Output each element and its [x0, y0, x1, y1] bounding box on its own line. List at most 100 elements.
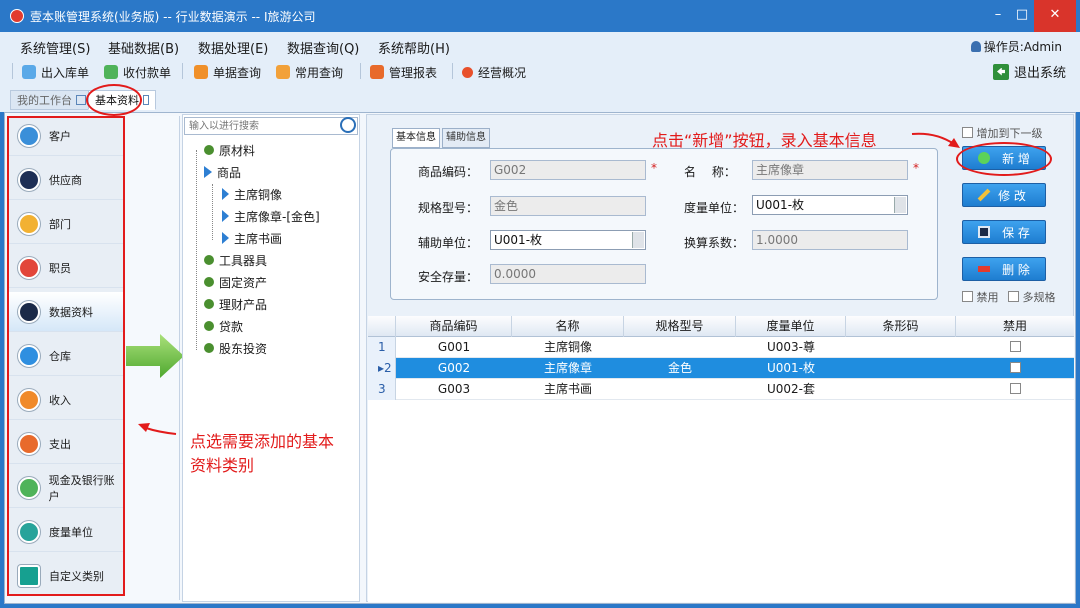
- name-field[interactable]: 主席像章: [752, 160, 908, 180]
- tab-close-icon[interactable]: [143, 95, 149, 105]
- cell-name: 主席像章: [543, 361, 592, 375]
- add-to-next-level-option[interactable]: 增加到下一级: [962, 125, 1043, 141]
- aux-unit-label: 辅助单位：: [418, 236, 479, 250]
- tree-connector: [212, 184, 213, 240]
- exit-system-button[interactable]: 退出系统: [992, 62, 1066, 81]
- menu-help[interactable]: 系统帮助(H): [378, 38, 450, 57]
- tree-node-loans[interactable]: 贷款: [204, 316, 243, 336]
- cell-code: G001: [437, 340, 471, 354]
- checkbox[interactable]: [962, 127, 973, 138]
- table-row[interactable]: 1 G001 主席铜像 U003-尊: [368, 337, 1074, 358]
- grid-header-name[interactable]: 名称: [512, 316, 624, 337]
- cell-disabled[interactable]: [956, 337, 1074, 358]
- unit-label: 度量单位：: [684, 201, 745, 215]
- tab-strip: 我的工作台 基本资料: [0, 84, 1080, 112]
- chevron-down-icon[interactable]: [632, 232, 644, 248]
- checkbox[interactable]: [1009, 362, 1021, 373]
- search-icon[interactable]: [340, 117, 356, 133]
- node-icon: [204, 277, 214, 287]
- close-button[interactable]: ✕: [1034, 0, 1076, 32]
- spec-field[interactable]: 金色: [490, 196, 646, 216]
- checkbox[interactable]: [962, 291, 973, 302]
- minus-icon: [978, 266, 991, 272]
- menu-data-query[interactable]: 数据查询(Q): [287, 38, 359, 57]
- tab-my-workbench[interactable]: 我的工作台: [10, 90, 93, 110]
- grid-header-unit[interactable]: 度量单位: [736, 316, 846, 337]
- tree-node-raw-material[interactable]: 原材料: [204, 140, 255, 160]
- toolbar: 出入库单 收付款单 单据查询 常用查询 管理报表 经营概况 退出系统: [0, 58, 1080, 84]
- bar-chart-icon: [276, 65, 290, 79]
- arrow-right-icon: [222, 188, 229, 200]
- cell-disabled[interactable]: [956, 379, 1074, 400]
- cell-spec: 金色: [667, 361, 692, 375]
- toolbar-management-report[interactable]: 管理报表: [370, 62, 437, 82]
- row-number: 3: [368, 379, 396, 400]
- tree-node-goods[interactable]: 商品: [204, 162, 241, 182]
- node-icon: [204, 145, 214, 155]
- multi-spec-option[interactable]: 多规格: [1008, 289, 1056, 305]
- menu-basic-data[interactable]: 基础数据(B): [108, 38, 179, 57]
- payment-voucher-icon: [104, 65, 118, 79]
- row-number: ▸2: [368, 358, 396, 379]
- grid-header-spec[interactable]: 规格型号: [624, 316, 736, 337]
- toolbar-payment-voucher[interactable]: 收付款单: [104, 62, 171, 82]
- cell-disabled[interactable]: [956, 358, 1074, 379]
- menu-data-processing[interactable]: 数据处理(E): [198, 38, 268, 57]
- tab-aux-info[interactable]: 辅助信息: [442, 128, 490, 148]
- tree-node-fixed-assets[interactable]: 固定资产: [204, 272, 267, 292]
- save-icon: [978, 226, 991, 238]
- checkbox[interactable]: [1008, 291, 1019, 302]
- annotation-add-button-highlight: [956, 142, 1052, 176]
- toolbar-voucher-query[interactable]: 单据查询: [194, 62, 261, 82]
- tree-node-tools[interactable]: 工具器具: [204, 250, 267, 270]
- checkbox[interactable]: [1009, 341, 1021, 352]
- tree-search-input[interactable]: [184, 117, 358, 135]
- aux-unit-select[interactable]: U001-枚: [490, 230, 646, 250]
- table-row-selected[interactable]: ▸2 G002 主席像章 金色 U001-枚: [368, 358, 1074, 379]
- stock-voucher-icon: [22, 65, 36, 79]
- annotation-top-text: 点击“新增”按钮，录入基本信息: [652, 131, 877, 150]
- tree-connector: [196, 150, 197, 350]
- annotation-sidebar-highlight: [7, 116, 125, 596]
- save-button[interactable]: 保 存: [962, 220, 1046, 244]
- window-title: 壹本账管理系统(业务版) -- 行业数据演示 -- I旅游公司: [30, 10, 316, 24]
- toolbar-common-query[interactable]: 常用查询: [276, 62, 343, 82]
- delete-button[interactable]: 删 除: [962, 257, 1046, 281]
- cell-spec: [624, 337, 736, 358]
- required-mark: *: [651, 161, 657, 175]
- code-field[interactable]: G002: [490, 160, 646, 180]
- menu-system[interactable]: 系统管理(S): [20, 38, 90, 57]
- grid-header-barcode[interactable]: 条形码: [846, 316, 956, 337]
- node-icon: [204, 343, 214, 353]
- tab-basic-info[interactable]: 基本信息: [392, 128, 440, 148]
- cell-barcode: [846, 358, 956, 379]
- tree-node-goods-2[interactable]: 主席像章-[金色]: [222, 206, 320, 226]
- grid-header-code[interactable]: 商品编码: [396, 316, 512, 337]
- ratio-label: 换算系数：: [684, 236, 745, 250]
- tree-node-shareholder-investment[interactable]: 股东投资: [204, 338, 267, 358]
- exit-icon: [992, 63, 1009, 80]
- cell-code: G003: [437, 382, 471, 396]
- spec-label: 规格型号：: [418, 201, 479, 215]
- cell-unit: U002-套: [766, 382, 816, 396]
- edit-button[interactable]: 修 改: [962, 183, 1046, 207]
- chevron-down-icon[interactable]: [894, 197, 906, 213]
- toolbar-business-overview[interactable]: 经营概况: [462, 62, 526, 82]
- safety-stock-field[interactable]: 0.0000: [490, 264, 646, 284]
- user-icon: [970, 41, 981, 52]
- table-row[interactable]: 3 G003 主席书画 U002-套: [368, 379, 1074, 400]
- checkbox[interactable]: [1009, 383, 1021, 394]
- tree-node-wealth-products[interactable]: 理财产品: [204, 294, 267, 314]
- code-label: 商品编码：: [418, 165, 479, 179]
- grid-header-disabled[interactable]: 禁用: [956, 316, 1074, 337]
- toolbar-stock-voucher[interactable]: 出入库单: [22, 62, 89, 82]
- unit-select[interactable]: U001-枚: [752, 195, 908, 215]
- tree-node-goods-1[interactable]: 主席铜像: [222, 184, 282, 204]
- annotation-left-text-1: 点选需要添加的基本: [190, 432, 335, 451]
- annotation-left-text-2: 资料类别: [190, 456, 255, 475]
- annotation-tab-highlight: [86, 84, 142, 116]
- node-icon: [204, 321, 214, 331]
- disabled-option[interactable]: 禁用: [962, 289, 999, 305]
- ratio-field[interactable]: 1.0000: [752, 230, 908, 250]
- tree-node-goods-3[interactable]: 主席书画: [222, 228, 282, 248]
